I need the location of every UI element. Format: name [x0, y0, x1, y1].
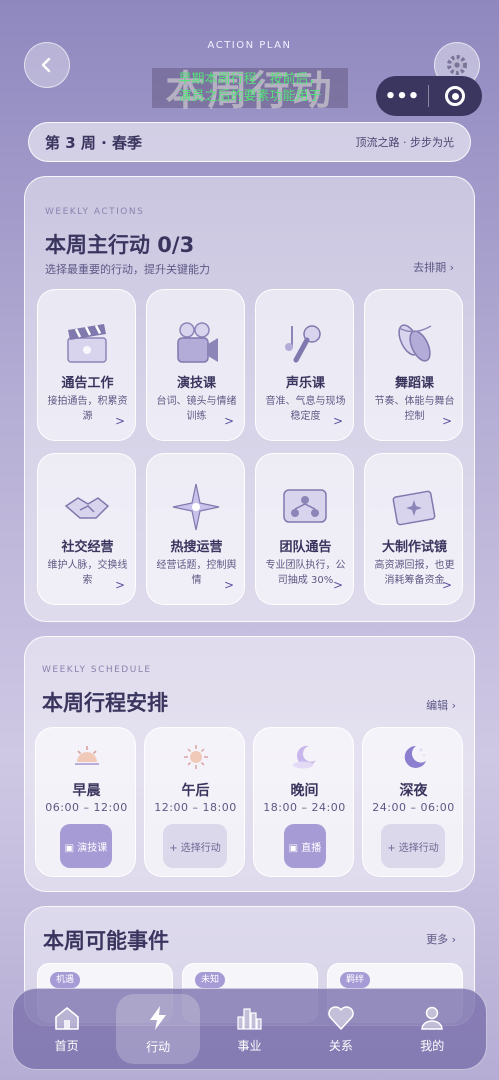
- nav-item-relations[interactable]: 关系: [299, 994, 383, 1064]
- crescent-cloud-icon: [293, 745, 316, 769]
- chevron-right-icon: >: [223, 578, 234, 592]
- slot-name: 深夜: [399, 783, 428, 799]
- action-card-name: 声乐课: [285, 376, 325, 391]
- action-card-name: 团队通告: [279, 540, 332, 555]
- nav-item-profile[interactable]: 我的: [390, 994, 474, 1064]
- heart-icon: [328, 1005, 354, 1030]
- more-events-link[interactable]: 更多 ›: [426, 931, 456, 947]
- chevron-right-icon: >: [114, 578, 125, 592]
- home-icon: [54, 1006, 79, 1030]
- slot-name: 晚间: [290, 783, 319, 799]
- bottom-nav: 首页 行动 事业 关系 我的: [12, 988, 487, 1070]
- action-card-name: 热搜运营: [170, 540, 223, 555]
- slot-time: 12:00 – 18:00: [154, 801, 237, 814]
- action-card-big-audition[interactable]: 大制作试镜 高资源回报，也更消耗筹备资金 >: [364, 453, 463, 605]
- action-card-dance-class[interactable]: 舞蹈课 节奏、体能与舞台控制 >: [364, 289, 463, 441]
- nav-label: 我的: [420, 1038, 445, 1053]
- action-card-notice-work[interactable]: 通告工作 接拍通告，积累资源 >: [37, 289, 136, 441]
- schedule-slot-morning[interactable]: 早晨 06:00 – 12:00 ▣ 演技课: [35, 727, 136, 877]
- schedule-title: 本周行程安排: [42, 691, 168, 715]
- main-actions-subtitle: 选择最重要的行动，提升关键能力: [45, 263, 210, 276]
- ballet-shoes-icon: [398, 324, 432, 362]
- event-tag: 未知: [195, 972, 226, 988]
- nav-item-actions[interactable]: 行动: [116, 994, 201, 1064]
- lightning-icon: [150, 1005, 167, 1030]
- slot-action-button[interactable]: ▣ 演技课: [60, 824, 112, 868]
- debug-overlay-note: 早期本周行程：按前后， 演员之后的要素功能用于: [152, 68, 348, 108]
- nav-label: 行动: [146, 1039, 171, 1054]
- microphone-icon: [285, 325, 321, 363]
- slot-name: 早晨: [72, 783, 101, 799]
- nav-item-home[interactable]: 首页: [25, 994, 109, 1064]
- nav-item-career[interactable]: 事业: [207, 994, 291, 1064]
- chevron-right-icon: >: [223, 414, 234, 428]
- edit-schedule-link[interactable]: 编辑 ›: [426, 697, 456, 713]
- action-card-vocal-class[interactable]: 声乐课 音准、气息与现场稳定度 >: [255, 289, 354, 441]
- team-network-icon: [283, 489, 327, 523]
- chevron-right-icon: >: [441, 578, 452, 592]
- film-camera-icon: [177, 322, 218, 363]
- event-tag: 机遇: [50, 972, 81, 988]
- main-actions-title: 本周主行动 0/3: [45, 233, 195, 257]
- slot-time: 24:00 – 06:00: [372, 801, 455, 814]
- action-card-trending[interactable]: 热搜运营 经营话题，控制舆情 >: [146, 453, 245, 605]
- moon-stars-icon: [404, 745, 426, 768]
- slot-name: 午后: [181, 783, 210, 799]
- action-card-name: 社交经营: [61, 540, 114, 555]
- schedule-slot-evening[interactable]: 晚间 18:00 – 24:00 ▣ 直播: [253, 727, 354, 877]
- nav-label: 关系: [328, 1038, 353, 1053]
- page-kicker: ACTION PLAN: [207, 40, 292, 51]
- chevron-right-icon: >: [332, 414, 343, 428]
- action-card-team-notice[interactable]: 团队通告 专业团队执行，公司抽成 30% >: [255, 453, 354, 605]
- more-menu-button[interactable]: •••: [376, 86, 428, 107]
- week-label: 第 3 周 · 春季: [45, 133, 143, 152]
- schedule-slot-late-night[interactable]: 深夜 24:00 – 06:00 + 选择行动: [362, 727, 463, 877]
- schedule-slot-afternoon[interactable]: 午后 12:00 – 18:00 + 选择行动: [144, 727, 245, 877]
- slot-action-button[interactable]: + 选择行动: [381, 824, 445, 868]
- chevron-right-icon: >: [441, 414, 452, 428]
- schedule-kicker: WEEKLY SCHEDULE: [42, 665, 152, 675]
- handshake-icon: [64, 497, 110, 519]
- main-actions-kicker: WEEKLY ACTIONS: [45, 207, 145, 217]
- miniprogram-capsule: •••: [376, 76, 482, 116]
- film-strip-icon: [392, 490, 436, 526]
- chevron-right-icon: >: [114, 414, 125, 428]
- schedule-panel: WEEKLY SCHEDULE 本周行程安排 编辑 › 早晨 06:00 – 1…: [24, 636, 475, 892]
- city-icon: [237, 1007, 263, 1030]
- action-card-name: 通告工作: [61, 376, 114, 391]
- record-circle-icon: [445, 86, 465, 106]
- week-motto: 顶流之路 · 步步为光: [355, 136, 455, 149]
- close-miniprogram-button[interactable]: [429, 86, 481, 106]
- action-card-social[interactable]: 社交经营 维护人脉，交换线索 >: [37, 453, 136, 605]
- slot-action-button[interactable]: + 选择行动: [163, 824, 227, 868]
- nav-label: 首页: [54, 1038, 79, 1053]
- clapperboard-icon: [67, 324, 107, 363]
- chevron-right-icon: >: [332, 578, 343, 592]
- user-icon: [421, 1006, 444, 1030]
- action-card-name: 舞蹈课: [394, 376, 434, 391]
- events-title: 本周可能事件: [43, 929, 169, 953]
- slot-action-button[interactable]: ▣ 直播: [284, 824, 326, 868]
- nav-label: 事业: [237, 1038, 262, 1053]
- week-bar: 第 3 周 · 春季 顶流之路 · 步步为光: [28, 122, 471, 162]
- sun-icon: [184, 745, 208, 769]
- action-card-name: 大制作试镜: [381, 540, 447, 555]
- event-tag: 羁绊: [340, 972, 371, 988]
- slot-time: 06:00 – 12:00: [45, 801, 128, 814]
- sunrise-icon: [75, 746, 99, 765]
- action-card-name: 演技课: [176, 376, 216, 391]
- slot-time: 18:00 – 24:00: [263, 801, 346, 814]
- action-card-acting-class[interactable]: 演技课 台词、镜头与情绪训练 >: [146, 289, 245, 441]
- sparkle-icon: [172, 483, 220, 531]
- main-actions-panel: WEEKLY ACTIONS 本周主行动 0/3 选择最重要的行动，提升关键能力…: [24, 176, 475, 622]
- gear-icon: [447, 55, 467, 75]
- schedule-link[interactable]: 去排期 ›: [413, 259, 454, 275]
